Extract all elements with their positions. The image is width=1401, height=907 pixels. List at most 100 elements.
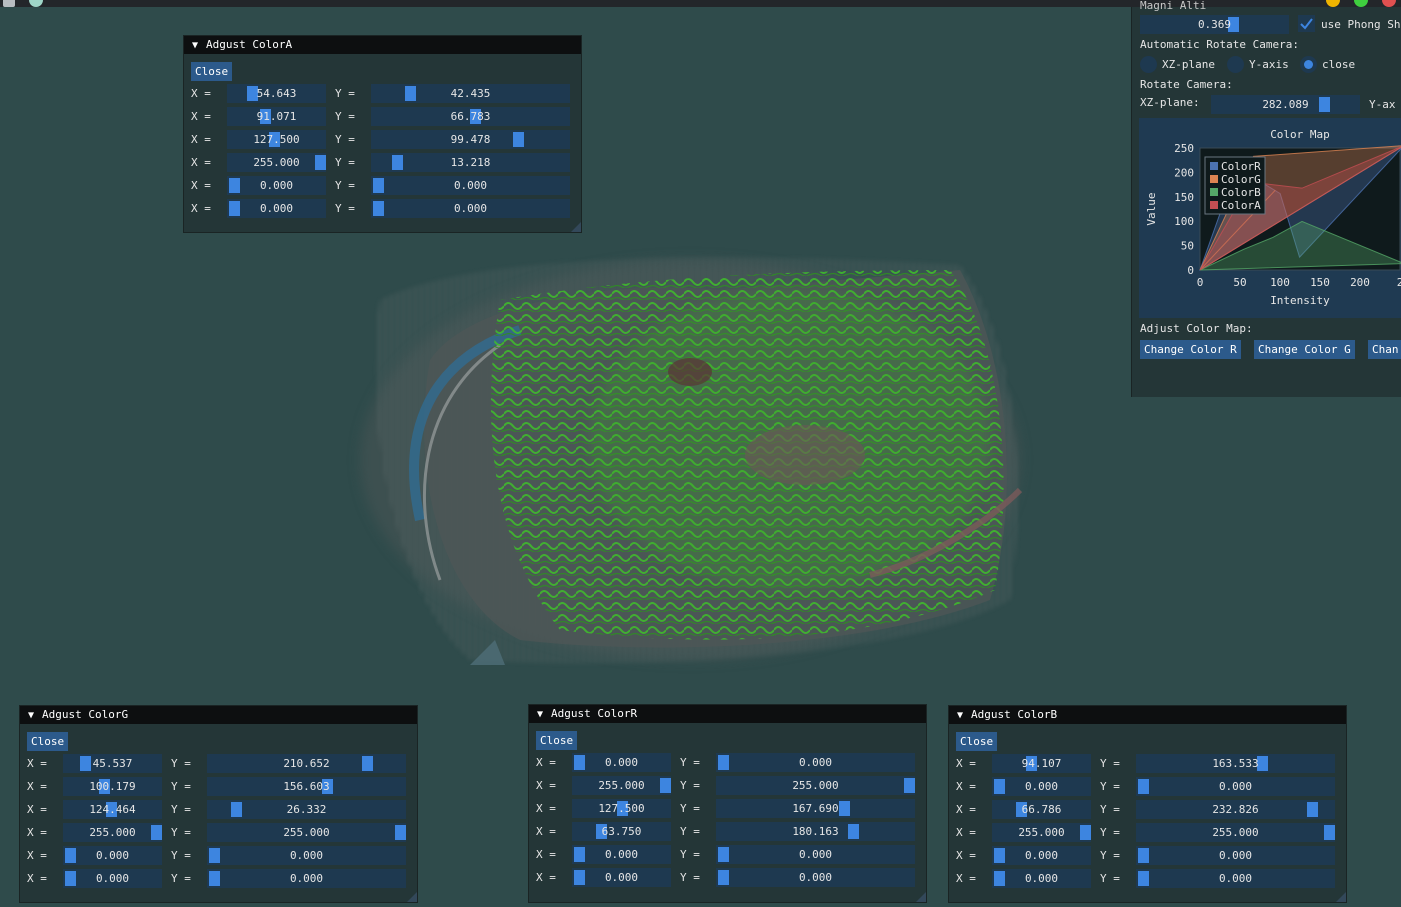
x-slider[interactable]: 255.000 [572,776,671,795]
clipped-label: Magni Alti [1140,0,1207,12]
collapse-arrow-icon[interactable]: ▼ [537,706,551,724]
x-slider[interactable]: 66.786 [992,800,1091,819]
control-point-row: X = 255.000 Y = 255.000 [949,823,1348,843]
adjust-color-b-panel[interactable]: ▼ Adgust ColorB Close X = 94.107 Y = 163.533… [948,705,1347,903]
change-color-b-button[interactable]: Chan [1368,340,1401,359]
y-slider[interactable]: 66.783 [371,107,570,126]
x-slider[interactable]: 127.500 [572,799,671,818]
panel-title-bar[interactable]: ▼ Adgust ColorA [184,36,581,54]
resize-grip-icon[interactable] [1336,892,1346,902]
y-slider[interactable]: 255.000 [716,776,915,795]
x-slider[interactable]: 91.071 [227,107,326,126]
y-label: Y = [171,872,191,885]
y-slider[interactable]: 42.435 [371,84,570,103]
x-slider[interactable]: 63.750 [572,822,671,841]
close-button[interactable]: Close [956,732,998,751]
radio-y-axis[interactable] [1227,56,1244,73]
control-point-row: X = 0.000 Y = 0.000 [949,869,1348,889]
phong-checkbox[interactable] [1298,15,1315,32]
x-value: 100.179 [89,780,136,793]
x-slider[interactable]: 0.000 [992,777,1091,796]
x-slider[interactable]: 100.179 [63,777,162,796]
y-slider[interactable]: 0.000 [716,868,915,887]
y-slider[interactable]: 0.000 [371,199,570,218]
y-slider[interactable]: 26.332 [207,800,406,819]
collapse-arrow-icon[interactable]: ▼ [192,37,206,55]
radio-close[interactable] [1300,56,1317,73]
collapse-arrow-icon[interactable]: ▼ [28,707,42,725]
resize-grip-icon[interactable] [407,892,417,902]
y-slider[interactable]: 0.000 [716,753,915,772]
panel-title-bar[interactable]: ▼ Adgust ColorB [949,706,1346,724]
change-color-g-button[interactable]: Change Color G [1254,340,1355,359]
opacity-slider[interactable]: 0.369 [1140,15,1289,34]
y-tick-label: 200 [1174,166,1194,179]
y-tick-label: 0 [1187,264,1194,277]
settings-panel[interactable]: Magni Alti 0.369 use Phong Sh Automatic … [1131,0,1401,397]
y-value: 163.533 [1212,757,1259,770]
x-label: X = [191,87,211,100]
x-value: 0.000 [259,202,294,215]
y-slider[interactable]: 0.000 [207,846,406,865]
panel-title-bar[interactable]: ▼ Adgust ColorG [20,706,417,724]
x-slider[interactable]: 0.000 [572,753,671,772]
adjust-color-r-panel[interactable]: ▼ Adgust ColorR Close X = 0.000 Y = 0.000 X =… [528,704,927,903]
y-value: 255.000 [1212,826,1259,839]
y-slider[interactable]: 232.826 [1136,800,1335,819]
collapse-arrow-icon[interactable]: ▼ [957,707,971,725]
y-slider[interactable]: 167.690 [716,799,915,818]
x-slider[interactable]: 0.000 [572,845,671,864]
x-slider[interactable]: 0.000 [992,846,1091,865]
x-slider[interactable]: 255.000 [63,823,162,842]
y-slider[interactable]: 180.163 [716,822,915,841]
color-map-chart: Color Map 250 200 150 100 50 00 50 100 150 200 2 Int… [1145,128,1401,307]
x-slider[interactable]: 0.000 [992,869,1091,888]
x-slider[interactable]: 127.500 [227,130,326,149]
y-slider[interactable]: 163.533 [1136,754,1335,773]
radio-y-axis-label: Y-axis [1249,58,1289,71]
y-label: Y = [680,802,700,815]
x-value: 54.643 [256,87,297,100]
y-slider[interactable]: 0.000 [1136,869,1335,888]
y-slider[interactable]: 255.000 [207,823,406,842]
panel-title: Adgust ColorG [42,708,129,721]
control-point-row: X = 0.000 Y = 0.000 [20,869,419,889]
close-button[interactable]: Close [536,731,578,750]
y-slider[interactable]: 156.603 [207,777,406,796]
y-slider[interactable]: 0.000 [1136,777,1335,796]
x-slider[interactable]: 0.000 [572,868,671,887]
x-slider[interactable]: 0.000 [227,176,326,195]
x-slider[interactable]: 54.643 [227,84,326,103]
y-slider[interactable]: 0.000 [1136,846,1335,865]
y-slider[interactable]: 0.000 [371,176,570,195]
y-slider[interactable]: 0.000 [207,869,406,888]
y-slider[interactable]: 210.652 [207,754,406,773]
y-slider[interactable]: 13.218 [371,153,570,172]
control-point-row: X = 255.000 Y = 255.000 [20,823,419,843]
y-slider[interactable]: 0.000 [716,845,915,864]
x-value: 0.000 [95,849,130,862]
xz-plane-slider[interactable]: 282.089 [1211,95,1360,114]
adjust-color-g-panel[interactable]: ▼ Adgust ColorG Close X = 45.537 Y = 210.652… [19,705,418,903]
x-slider[interactable]: 45.537 [63,754,162,773]
x-slider[interactable]: 124.464 [63,800,162,819]
change-color-r-button[interactable]: Change Color R [1140,340,1241,359]
x-slider[interactable]: 0.000 [63,846,162,865]
x-slider[interactable]: 94.107 [992,754,1091,773]
x-slider[interactable]: 0.000 [63,869,162,888]
close-button[interactable]: Close [27,732,69,751]
panel-title-bar[interactable]: ▼ Adgust ColorR [529,705,926,723]
resize-grip-icon[interactable] [571,222,581,232]
x-slider[interactable]: 255.000 [992,823,1091,842]
adjust-color-a-panel[interactable]: ▼ Adgust ColorA Close X = 54.643 Y = 42.435 X… [183,35,582,233]
resize-grip-icon[interactable] [916,892,926,902]
y-value: 13.218 [450,156,491,169]
close-button[interactable]: Close [191,62,233,81]
x-slider[interactable]: 255.000 [227,153,326,172]
y-slider[interactable]: 255.000 [1136,823,1335,842]
radio-xz-plane[interactable] [1140,56,1157,73]
x-label: X = [27,872,47,885]
color-map-plot[interactable]: Color Map 250 200 150 100 50 0 0 50 100 150 200 2 Int… [1139,118,1401,318]
x-slider[interactable]: 0.000 [227,199,326,218]
y-slider[interactable]: 99.478 [371,130,570,149]
